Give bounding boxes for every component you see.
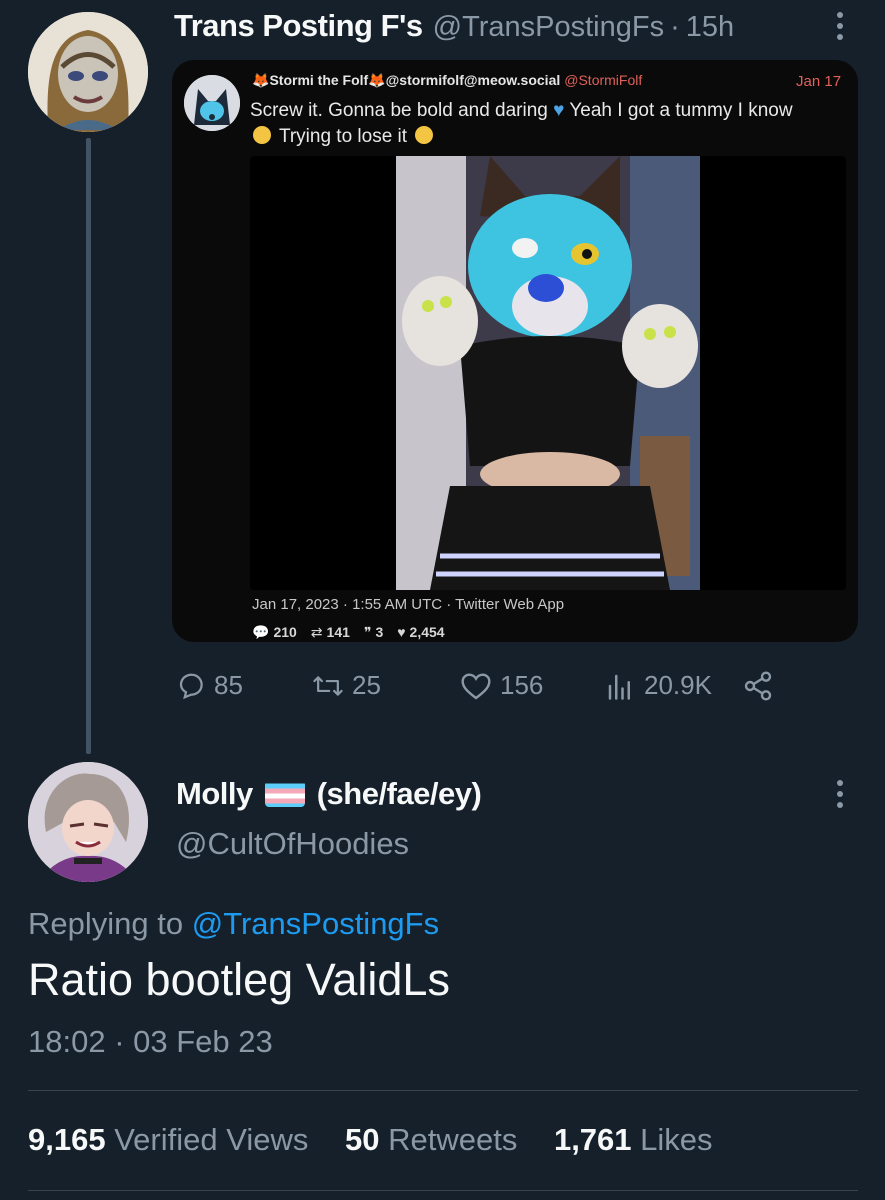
quoted-replies-stat: 💬 210 (252, 624, 297, 640)
views-count: 20.9K (644, 670, 712, 700)
replying-to-line: Replying to @TransPostingFs (28, 906, 439, 942)
tweet-time[interactable]: 15h (686, 11, 734, 44)
quoted-quotes-stat: ❞ 3 (363, 624, 384, 640)
crying-emoji-icon (415, 126, 434, 144)
quoted-author-fediverse: @stormifolf@meow.social (385, 72, 561, 88)
author-handle[interactable]: @TransPostingFs (433, 11, 664, 44)
divider (28, 1190, 858, 1191)
reply-author-handle[interactable]: @CultOfHoodies (176, 826, 409, 862)
reply-count: 85 (214, 670, 243, 700)
reply-timestamp[interactable]: 18:02 · 03 Feb 23 (28, 1024, 273, 1060)
share-icon (744, 671, 772, 701)
quoted-author-line: 🦊Stormi the Folf🦊@stormifolf@meow.social… (252, 72, 642, 89)
quoted-meta: Jan 17, 2023 · 1:55 AM UTC · Twitter Web… (252, 596, 565, 613)
quoted-text: Screw it. Gonna be bold and daring ♥ Yea… (250, 98, 850, 150)
likes-stat[interactable]: 1,761 Likes (554, 1122, 713, 1157)
quoted-retweets-stat: ⇄ 141 (310, 624, 350, 640)
quoted-author-avatar (184, 75, 240, 131)
thread-connector-line (86, 138, 91, 754)
quoted-media-image[interactable] (250, 156, 846, 590)
quote-icon: ❞ (363, 624, 372, 640)
like-count: 156 (500, 670, 544, 700)
retweet-button[interactable]: 25 (312, 670, 381, 701)
retweets-stat[interactable]: 50 Retweets (345, 1122, 517, 1157)
comment-icon: 💬 (252, 624, 270, 640)
reply-text: Ratio bootleg ValidLs (28, 954, 450, 1005)
reply-button[interactable]: 85 (176, 670, 243, 701)
more-options-icon[interactable] (826, 778, 854, 812)
reply-author-pronouns: (she/fae/ey) (316, 776, 482, 811)
fox-emoji-icon: 🦊 (252, 72, 270, 88)
quoted-text-part3: Trying to lose it (278, 126, 408, 147)
more-options-icon[interactable] (826, 10, 854, 44)
heart-icon (461, 672, 491, 700)
author-avatar[interactable] (28, 12, 148, 132)
trans-flag-icon (264, 781, 305, 807)
share-button[interactable] (742, 670, 774, 702)
reply-stats-row: 9,165 Verified Views 50 Retweets 1,761 L… (28, 1122, 713, 1158)
tweet-header: Trans Posting F's @TransPostingFs · 15h (174, 8, 734, 44)
heart-icon: ♥ (397, 624, 406, 640)
retweet-icon: ⇄ (310, 624, 323, 640)
reply-author-name-line: Molly (she/fae/ey) (176, 776, 482, 812)
quoted-likes-stat: ♥ 2,454 (397, 624, 445, 640)
retweet-icon (313, 675, 343, 696)
author-name[interactable]: Trans Posting F's (174, 8, 423, 44)
views-stat[interactable]: 9,165 Verified Views (28, 1122, 308, 1157)
reply-icon (179, 673, 203, 699)
replying-to-prefix: Replying to (28, 906, 184, 941)
views-button[interactable]: 20.9K (604, 670, 712, 701)
reply-author-avatar[interactable] (28, 762, 148, 882)
blue-heart-icon: ♥ (553, 100, 565, 121)
quoted-text-part1: Screw it. Gonna be bold and daring (250, 100, 548, 121)
replying-to-mention[interactable]: @TransPostingFs (192, 906, 439, 941)
divider (28, 1090, 858, 1091)
reply-author-name[interactable]: Molly (176, 776, 253, 812)
quoted-author-name: Stormi the Folf (269, 72, 369, 88)
sweat-smile-emoji-icon (253, 126, 271, 144)
like-button[interactable]: 156 (460, 670, 543, 701)
quoted-date: Jan 17 (796, 73, 842, 90)
quoted-author-handle: @StormiFolf (564, 72, 643, 88)
fox-emoji-icon: 🦊 (368, 72, 386, 88)
analytics-icon (608, 674, 630, 700)
separator-dot: · (670, 11, 680, 43)
retweet-count: 25 (352, 670, 381, 700)
quoted-text-part2: Yeah I got a tummy I know (569, 100, 793, 121)
quoted-stats: 💬 210 ⇄ 141 ❞ 3 ♥ 2,454 (252, 624, 445, 641)
